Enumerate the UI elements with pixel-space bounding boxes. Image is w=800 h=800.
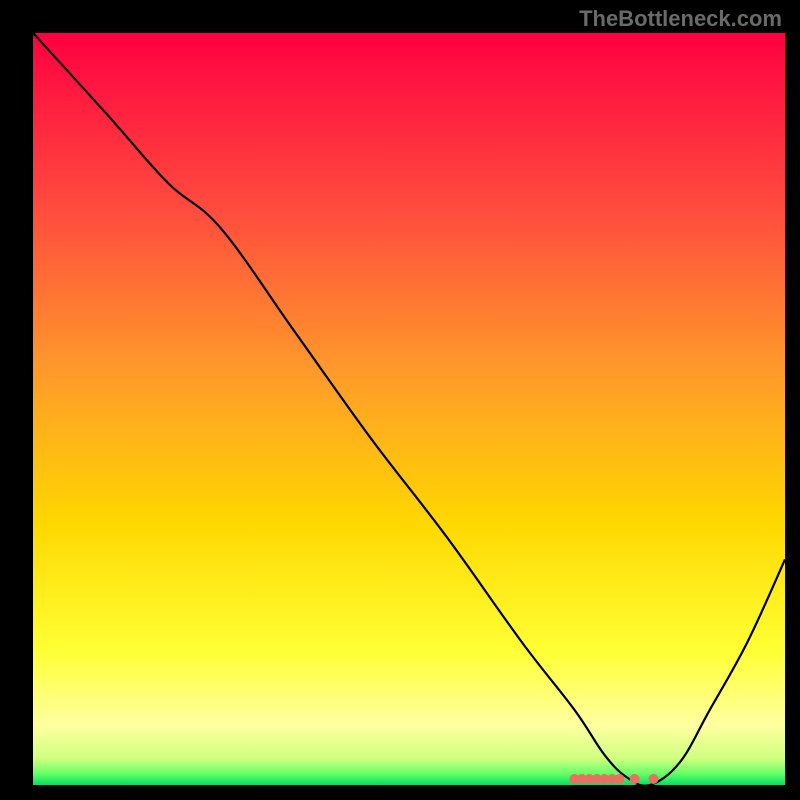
bottleneck-chart xyxy=(0,0,800,800)
marker-dot xyxy=(648,774,658,784)
marker-dot xyxy=(615,774,625,784)
gradient-background xyxy=(33,33,785,785)
marker-dot xyxy=(630,774,640,784)
watermark-text: TheBottleneck.com xyxy=(579,6,782,32)
chart-container: TheBottleneck.com xyxy=(0,0,800,800)
